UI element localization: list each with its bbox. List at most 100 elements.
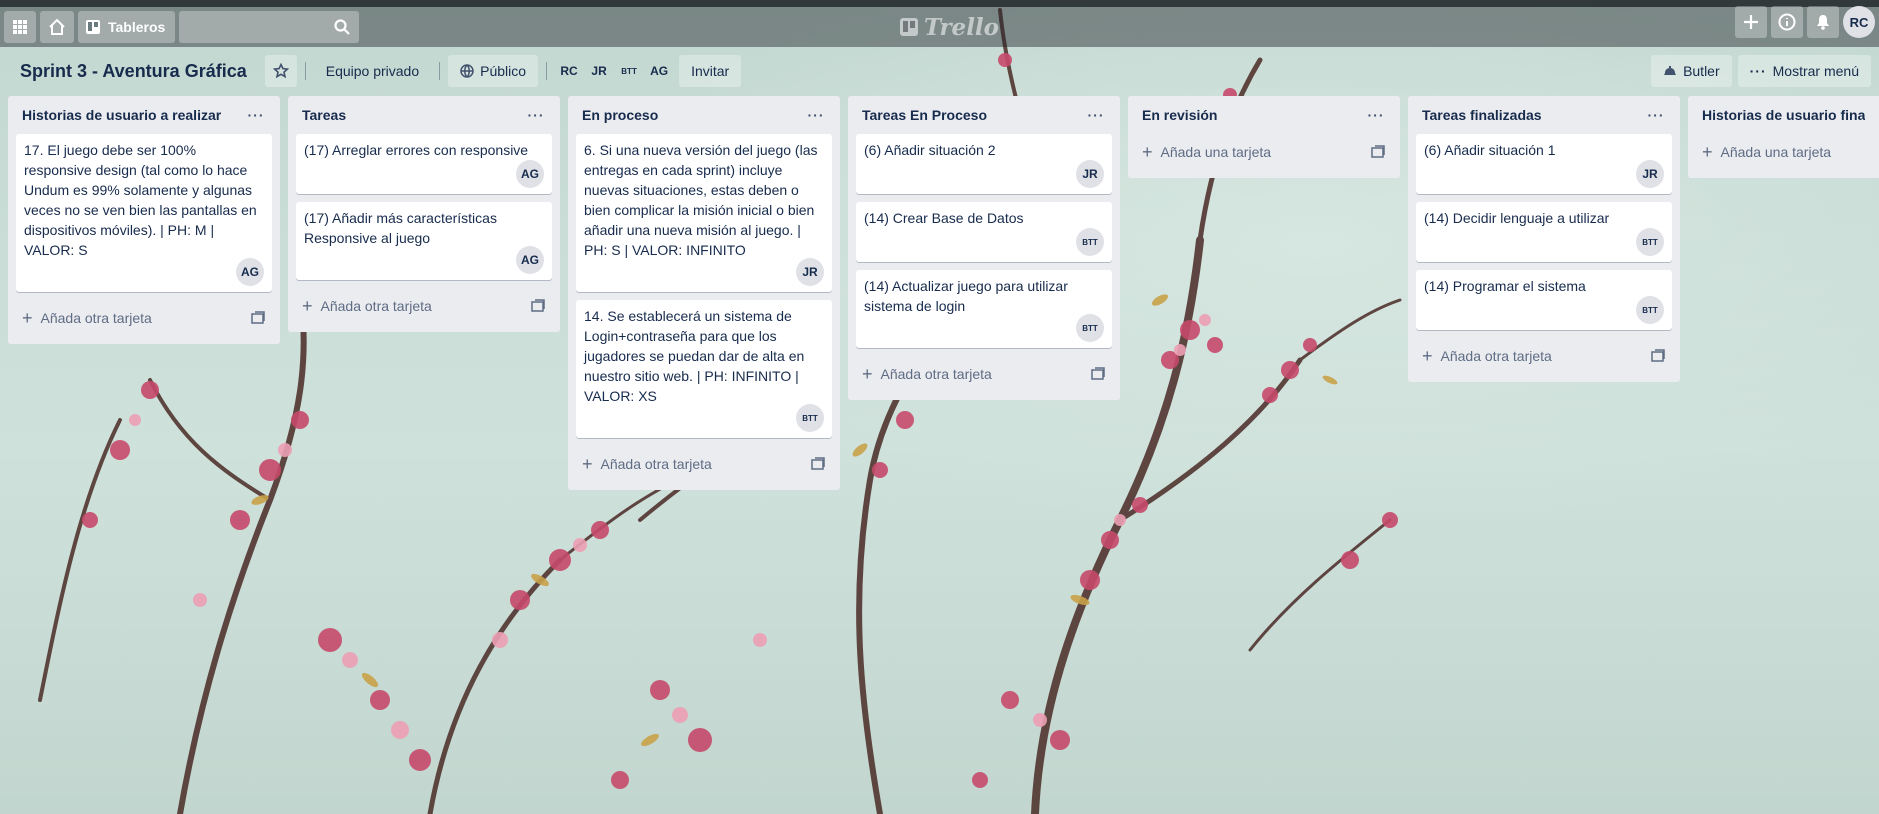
member-avatar[interactable]: AG	[645, 57, 673, 85]
card[interactable]: (17) Arreglar errores con responsive AG	[296, 134, 552, 194]
list-menu-icon[interactable]: ···	[246, 107, 266, 123]
search-input[interactable]	[179, 10, 360, 43]
list-tareas: Tareas ··· (17) Arreglar errores con res…	[288, 96, 560, 332]
list-menu-icon[interactable]: ···	[1646, 107, 1666, 123]
card-template-icon[interactable]	[530, 298, 546, 314]
member-avatar[interactable]: RC	[555, 57, 583, 85]
card[interactable]: 14. Se establecerá un sistema de Login+c…	[576, 300, 832, 438]
add-card-button[interactable]: + Añada otra tarjeta	[296, 288, 552, 324]
notifications-button[interactable]	[1807, 6, 1839, 38]
add-card-button[interactable]: + Añada otra tarjeta	[16, 300, 272, 336]
card-title: (17) Arreglar errores con responsive	[304, 142, 529, 158]
user-avatar[interactable]: RC	[1843, 6, 1875, 38]
team-button[interactable]: Equipo privado	[314, 55, 431, 87]
show-menu-button[interactable]: ··· Mostrar menú	[1737, 55, 1871, 87]
list-menu-icon[interactable]: ···	[1366, 107, 1386, 123]
card[interactable]: (17) Añadir más características Responsi…	[296, 202, 552, 280]
member-avatar[interactable]: JR	[585, 57, 613, 85]
card-member-avatar[interactable]: AG	[236, 258, 264, 286]
card[interactable]: (14) Programar el sistema BTT	[1416, 270, 1672, 330]
card-template-icon[interactable]	[1090, 366, 1106, 382]
list-header[interactable]: Tareas ···	[296, 96, 552, 134]
card[interactable]: (14) Actualizar juego para utilizar sist…	[856, 270, 1112, 348]
star-icon	[272, 63, 289, 79]
star-button[interactable]	[264, 55, 297, 87]
card-template-icon[interactable]	[1370, 144, 1386, 160]
butler-button[interactable]: Butler	[1651, 55, 1732, 87]
list-header[interactable]: Historias de usuario a realizar ···	[16, 96, 272, 134]
list-header[interactable]: Historias de usuario finalizadas	[1696, 96, 1871, 134]
plus-icon: +	[1142, 142, 1153, 162]
trello-logo-text: Trello	[924, 13, 1000, 41]
card-member-avatar[interactable]: BTT	[1076, 228, 1104, 256]
card-template-icon[interactable]	[810, 456, 826, 472]
card[interactable]: 17. El juego debe ser 100% responsive de…	[16, 134, 272, 292]
card[interactable]: (6) Añadir situación 1 JR	[1416, 134, 1672, 194]
card[interactable]: 6. Si una nueva versión del juego (las e…	[576, 134, 832, 292]
add-card-button[interactable]: + Añada otra tarjeta	[856, 356, 1112, 392]
card-member-avatar[interactable]: BTT	[1636, 296, 1664, 324]
list-header[interactable]: En revisión ···	[1136, 96, 1392, 134]
search-icon	[334, 18, 351, 35]
card[interactable]: (6) Añadir situación 2 JR	[856, 134, 1112, 194]
card-member-avatar[interactable]: JR	[1076, 160, 1104, 188]
boards-label: Tableros	[108, 18, 166, 35]
card-member-avatar[interactable]: BTT	[1636, 228, 1664, 256]
card-member-avatar[interactable]: JR	[796, 258, 824, 286]
add-card-button[interactable]: + Añada otra tarjeta	[576, 446, 832, 482]
divider	[304, 62, 306, 80]
home-button[interactable]	[40, 10, 74, 43]
invite-button[interactable]: Invitar	[679, 55, 742, 87]
info-button[interactable]	[1771, 6, 1803, 38]
board-icon	[86, 19, 100, 34]
add-card-button[interactable]: + Añada una tarjeta	[1136, 134, 1392, 170]
trello-logo[interactable]: Trello	[900, 13, 999, 41]
member-avatar[interactable]: BTT	[615, 57, 643, 85]
list-menu-icon[interactable]: ···	[526, 107, 546, 123]
list-title[interactable]: Tareas	[302, 107, 346, 123]
card-member-avatar[interactable]: AG	[516, 160, 544, 188]
visibility-label: Público	[480, 63, 527, 79]
list-title[interactable]: Tareas En Proceso	[862, 107, 987, 123]
plus-icon: +	[22, 308, 33, 328]
list-tareas-en-proceso: Tareas En Proceso ··· (6) Añadir situaci…	[848, 96, 1120, 400]
list-header[interactable]: Tareas En Proceso ···	[856, 96, 1112, 134]
board-title[interactable]: Sprint 3 - Aventura Gráfica	[12, 55, 255, 87]
list-title[interactable]: En revisión	[1142, 107, 1217, 123]
list-historias-finalizadas: Historias de usuario finalizadas + Añada …	[1688, 96, 1879, 178]
card[interactable]: (14) Crear Base de Datos BTT	[856, 202, 1112, 262]
card-title: 14. Se establecerá un sistema de Login+c…	[584, 308, 805, 404]
boards-button[interactable]: Tableros	[78, 10, 176, 43]
card-member-avatar[interactable]: JR	[1636, 160, 1664, 188]
add-card-button[interactable]: + Añada otra tarjeta	[1416, 338, 1672, 374]
board-members: RC JR BTT AG	[555, 57, 673, 85]
card-title: (6) Añadir situación 2	[864, 142, 996, 158]
add-card-button[interactable]: + Añada una tarjeta	[1696, 134, 1871, 170]
list-header[interactable]: En proceso ···	[576, 96, 832, 134]
butler-label: Butler	[1683, 63, 1720, 79]
list-menu-icon[interactable]: ···	[806, 107, 826, 123]
list-menu-icon[interactable]: ···	[1086, 107, 1106, 123]
apps-button[interactable]	[4, 10, 36, 43]
card-template-icon[interactable]	[1650, 348, 1666, 364]
add-card-label: Añada otra tarjeta	[880, 366, 992, 382]
card-template-icon[interactable]	[250, 310, 266, 326]
list-header[interactable]: Tareas finalizadas ···	[1416, 96, 1672, 134]
card-member-avatar[interactable]: AG	[516, 246, 544, 274]
list-title[interactable]: Historias de usuario a realizar	[22, 107, 221, 123]
card-member-avatar[interactable]: BTT	[1076, 314, 1104, 342]
list-tareas-finalizadas: Tareas finalizadas ··· (6) Añadir situac…	[1408, 96, 1680, 382]
list-title[interactable]: Tareas finalizadas	[1422, 107, 1542, 123]
list-title[interactable]: En proceso	[582, 107, 658, 123]
list-en-revision: En revisión ··· + Añada una tarjeta	[1128, 96, 1400, 178]
card-title: (6) Añadir situación 1	[1424, 142, 1556, 158]
card-member-avatar[interactable]: BTT	[796, 404, 824, 432]
create-button[interactable]	[1735, 6, 1767, 38]
card[interactable]: (14) Decidir lenguaje a utilizar BTT	[1416, 202, 1672, 262]
card-title: 6. Si una nueva versión del juego (las e…	[584, 142, 818, 258]
visibility-button[interactable]: Público	[448, 55, 539, 87]
header-actions: RC	[1735, 0, 1875, 38]
globe-icon	[460, 64, 474, 78]
grid-icon	[13, 19, 27, 34]
list-title[interactable]: Historias de usuario finalizadas	[1702, 107, 1865, 123]
